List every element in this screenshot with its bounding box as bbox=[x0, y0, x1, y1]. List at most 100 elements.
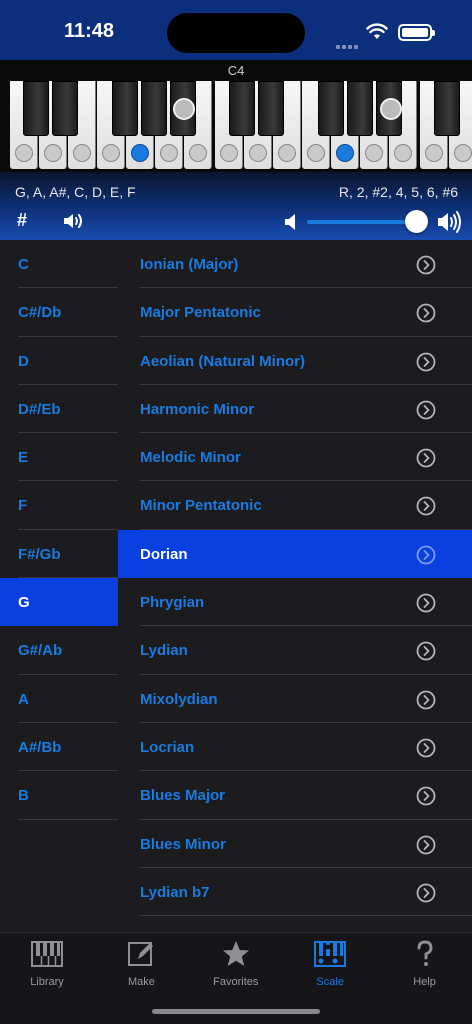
chevron-right-circle-icon[interactable] bbox=[416, 641, 436, 661]
black-key[interactable] bbox=[347, 81, 373, 136]
scale-item[interactable]: Harmonic Minor bbox=[118, 385, 472, 434]
key-item[interactable]: D#/Eb bbox=[0, 385, 118, 434]
scale-item[interactable]: Locrian bbox=[118, 723, 472, 772]
scale-note-marker bbox=[365, 144, 383, 162]
scale-note-marker bbox=[15, 144, 33, 162]
chevron-right-circle-icon[interactable] bbox=[416, 690, 436, 710]
scale-item[interactable]: Aeolian (Natural Minor) bbox=[118, 337, 472, 385]
chevron-right-circle-icon[interactable] bbox=[416, 400, 436, 420]
chevron-right-circle-icon[interactable] bbox=[416, 883, 436, 903]
chevron-right-circle-icon[interactable] bbox=[416, 352, 436, 372]
black-key[interactable] bbox=[434, 81, 460, 136]
scale-item[interactable]: Blues Minor bbox=[118, 820, 472, 868]
key-item-label: G bbox=[18, 594, 30, 612]
key-item[interactable]: A#/Bb bbox=[0, 723, 118, 772]
scale-item-label: Harmonic Minor bbox=[140, 400, 255, 418]
wifi-icon bbox=[366, 23, 388, 39]
tab-make[interactable]: Make bbox=[94, 939, 188, 988]
tab-library[interactable]: Library bbox=[0, 939, 94, 988]
key-item[interactable]: F bbox=[0, 481, 118, 530]
black-key[interactable] bbox=[258, 81, 284, 136]
scale-item[interactable]: Mixolydian bbox=[118, 675, 472, 723]
black-key[interactable] bbox=[23, 81, 49, 136]
scale-item-label: Lydian bbox=[140, 642, 188, 660]
key-item-label: F bbox=[18, 497, 28, 515]
black-key[interactable] bbox=[318, 81, 344, 136]
scale-note-marker bbox=[278, 144, 296, 162]
scale-item-label: Minor Pentatonic bbox=[140, 497, 262, 515]
volume-slider-thumb[interactable] bbox=[404, 210, 428, 233]
sharp-flat-toggle-button[interactable]: # bbox=[17, 210, 27, 231]
scale-item-label: Dorian bbox=[140, 545, 188, 563]
status-time: 11:48 bbox=[64, 20, 115, 42]
scale-item[interactable]: Phrygian bbox=[118, 578, 472, 627]
tab-label: Library bbox=[30, 976, 64, 988]
scale-item-label: Phrygian bbox=[140, 594, 205, 612]
key-item-label: A bbox=[18, 690, 29, 708]
scale-item[interactable]: Lydian bbox=[118, 626, 472, 675]
key-item[interactable]: C#/Db bbox=[0, 288, 118, 337]
root-note-marker bbox=[131, 144, 149, 162]
chevron-right-circle-icon[interactable] bbox=[416, 303, 436, 323]
root-note-marker bbox=[336, 144, 354, 162]
chevron-right-circle-icon[interactable] bbox=[416, 545, 436, 565]
black-key[interactable] bbox=[52, 81, 78, 136]
scale-item[interactable]: Lydian b7 bbox=[118, 868, 472, 917]
chevron-right-circle-icon[interactable] bbox=[416, 835, 436, 855]
key-item[interactable]: E bbox=[0, 433, 118, 482]
scale-list[interactable]: Ionian (Major) Major Pentatonic Aeolian (N… bbox=[118, 240, 472, 932]
star-icon bbox=[221, 941, 251, 973]
scale-item-label: Blues Minor bbox=[140, 835, 226, 853]
tab-favorites[interactable]: Favorites bbox=[189, 939, 283, 988]
scale-note-marker bbox=[44, 144, 62, 162]
scale-item[interactable]: Minor Pentatonic bbox=[118, 481, 472, 530]
scale-note-marker bbox=[249, 144, 267, 162]
scale-item-label: Mixolydian bbox=[140, 690, 218, 708]
chevron-right-circle-icon[interactable] bbox=[416, 448, 436, 468]
scale-item[interactable]: Major Pentatonic bbox=[118, 288, 472, 337]
key-item[interactable]: F#/Gb bbox=[0, 530, 118, 579]
chevron-right-circle-icon[interactable] bbox=[416, 593, 436, 613]
tab-help[interactable]: Help bbox=[378, 939, 472, 988]
scale-item-label: Melodic Minor bbox=[140, 449, 241, 467]
key-item[interactable]: C bbox=[0, 240, 118, 289]
scale-intervals: R, 2, #2, 4, 5, 6, #6 bbox=[338, 184, 458, 200]
volume-low-icon bbox=[285, 214, 295, 230]
key-item-label: A#/Bb bbox=[18, 738, 62, 756]
scale-note-marker bbox=[173, 98, 195, 120]
scale-item-label: Lydian b7 bbox=[140, 883, 210, 901]
key-item[interactable]: G bbox=[0, 578, 118, 627]
scale-item[interactable]: Melodic Minor bbox=[118, 433, 472, 482]
tab-label: Scale bbox=[316, 976, 344, 988]
key-item[interactable]: D bbox=[0, 337, 118, 385]
library-icon bbox=[30, 941, 64, 973]
chevron-right-circle-icon[interactable] bbox=[416, 786, 436, 806]
key-item-label: B bbox=[18, 787, 29, 805]
scale-note-marker bbox=[380, 98, 402, 120]
scale-item[interactable]: Dorian bbox=[118, 529, 472, 579]
key-item[interactable]: B bbox=[0, 771, 118, 820]
chevron-right-circle-icon[interactable] bbox=[416, 255, 436, 275]
key-list: C C#/Db D D#/Eb E F F#/Gb G G#/Ab A A#/Bb B bbox=[0, 240, 118, 820]
row-separator bbox=[18, 818, 118, 820]
black-key[interactable] bbox=[112, 81, 138, 136]
volume-high-icon bbox=[438, 211, 461, 233]
chevron-right-circle-icon[interactable] bbox=[416, 496, 436, 516]
octave-label: C4 bbox=[227, 63, 245, 78]
scale-item[interactable]: Ionian (Major) bbox=[118, 240, 472, 289]
chevron-right-circle-icon[interactable] bbox=[416, 738, 436, 758]
play-sound-icon[interactable] bbox=[62, 211, 86, 231]
key-item[interactable]: G#/Ab bbox=[0, 626, 118, 675]
key-item[interactable]: A bbox=[0, 675, 118, 723]
tab-label: Help bbox=[413, 976, 436, 988]
scale-item-label: Ionian (Major) bbox=[140, 256, 239, 273]
piano-keyboard[interactable] bbox=[0, 81, 472, 172]
scale-note-marker bbox=[425, 144, 443, 162]
scale-item[interactable]: Blues Major bbox=[118, 771, 472, 820]
tab-scale[interactable]: Scale bbox=[283, 939, 377, 988]
home-indicator bbox=[152, 1009, 320, 1014]
tab-label: Make bbox=[127, 976, 155, 988]
scale-item-label: Aeolian (Natural Minor) bbox=[140, 352, 306, 370]
black-key[interactable] bbox=[229, 81, 255, 136]
black-key[interactable] bbox=[141, 81, 167, 136]
